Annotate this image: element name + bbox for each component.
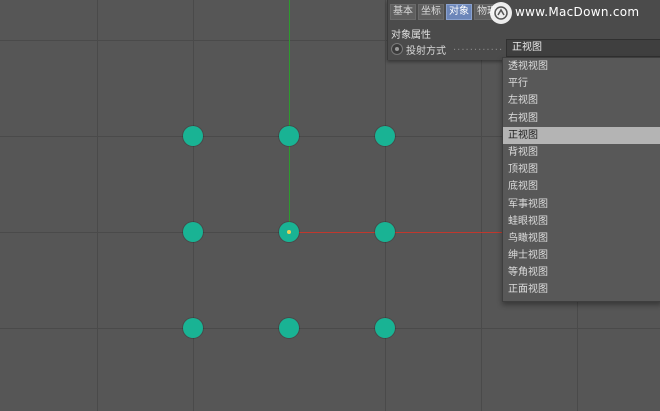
tab-object[interactable]: 对象: [446, 4, 472, 20]
projection-label: 投射方式: [406, 46, 446, 57]
dropdown-option[interactable]: 鸟瞰视图: [503, 230, 660, 247]
dropdown-option[interactable]: 平行: [503, 75, 660, 92]
grid-line: [97, 0, 98, 411]
projection-row: 投射方式 ............ 正视图: [391, 39, 660, 57]
watermark-text: www.MacDown.com: [515, 5, 640, 19]
tab-coordinates[interactable]: 坐标: [418, 4, 444, 20]
dropdown-option[interactable]: 蛙眼视图: [503, 213, 660, 230]
dropdown-option[interactable]: 绅士视图: [503, 247, 660, 264]
radio-icon[interactable]: [391, 43, 403, 55]
grid-line: [481, 0, 482, 411]
point-object[interactable]: [183, 318, 203, 338]
x-axis-line: [290, 232, 502, 233]
leader-dots: ............: [453, 42, 504, 53]
point-object[interactable]: [375, 318, 395, 338]
panel-title: 对象属性: [391, 30, 431, 41]
point-object[interactable]: [279, 318, 299, 338]
projection-dropdown-list[interactable]: 透视视图 平行 左视图 右视图 正视图 背视图 顶视图 底视图 军事视图 蛙眼视…: [502, 57, 660, 302]
dropdown-option[interactable]: 右视图: [503, 110, 660, 127]
point-object[interactable]: [183, 222, 203, 242]
tab-basic[interactable]: 基本: [390, 4, 416, 20]
grid-line: [193, 0, 194, 411]
point-object[interactable]: [375, 222, 395, 242]
point-object-origin[interactable]: [279, 222, 299, 242]
point-object[interactable]: [279, 126, 299, 146]
point-object[interactable]: [183, 126, 203, 146]
grid-line: [0, 328, 660, 329]
dropdown-option-selected[interactable]: 正视图: [503, 126, 660, 144]
attribute-tabs: 基本 坐标 对象 物理: [390, 4, 500, 20]
grid-line: [385, 0, 386, 411]
dropdown-option[interactable]: 左视图: [503, 92, 660, 109]
dropdown-option[interactable]: 背视图: [503, 144, 660, 161]
dropdown-option[interactable]: 正面视图: [503, 281, 660, 298]
macdown-logo-icon: [490, 2, 512, 24]
dropdown-option[interactable]: 等角视图: [503, 264, 660, 281]
projection-select[interactable]: 正视图: [506, 39, 660, 57]
dropdown-option[interactable]: 底视图: [503, 178, 660, 195]
dropdown-option[interactable]: 透视视图: [503, 58, 660, 75]
dropdown-option[interactable]: 顶视图: [503, 161, 660, 178]
dropdown-option[interactable]: 军事视图: [503, 196, 660, 213]
y-axis-line: [289, 0, 290, 233]
point-object[interactable]: [375, 126, 395, 146]
